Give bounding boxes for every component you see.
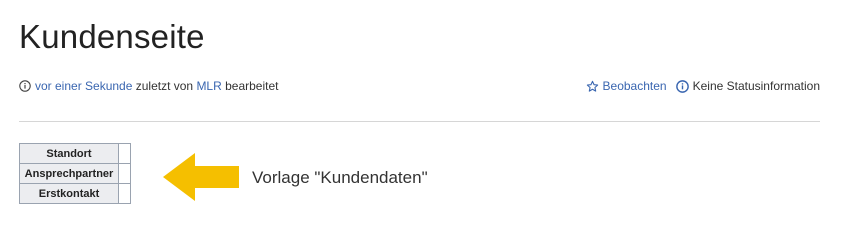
row-value-standort: [118, 143, 131, 164]
table-row: Standort: [19, 143, 131, 164]
row-label-ansprechpartner: Ansprechpartner: [19, 163, 119, 184]
table-row: Ansprechpartner: [19, 163, 131, 184]
row-value-ansprechpartner: [118, 163, 131, 184]
header-divider: [19, 121, 820, 122]
status-label: Keine Statusinformation: [692, 79, 820, 93]
row-value-erstkontakt: [118, 183, 131, 204]
status-info-icon: [675, 79, 689, 93]
edited-suffix: bearbeitet: [221, 79, 279, 93]
page-meta: vor einer Sekunde zuletzt von MLR bearbe…: [19, 79, 279, 93]
template-annotation-label: Vorlage "Kundendaten": [252, 168, 428, 187]
arrow-left-icon: [163, 153, 239, 201]
star-outline-icon: [586, 80, 598, 92]
table-row: Erstkontakt: [19, 183, 131, 204]
row-label-standort: Standort: [19, 143, 119, 164]
edited-by-prefix: zuletzt von: [132, 79, 197, 93]
page-title: Kundenseite: [19, 18, 205, 55]
kundendaten-template-table: Standort Ansprechpartner Erstkontakt: [19, 143, 131, 204]
row-label-erstkontakt: Erstkontakt: [19, 183, 119, 204]
status-indicator[interactable]: Keine Statusinformation: [675, 79, 820, 93]
last-edit-time-link[interactable]: vor einer Sekunde: [35, 79, 132, 93]
info-circle-icon: [19, 80, 31, 92]
page-actions: Beobachten Keine Statusinformation: [586, 79, 820, 93]
watch-button[interactable]: Beobachten: [586, 79, 667, 93]
watch-label: Beobachten: [602, 79, 667, 93]
editor-user-link[interactable]: MLR: [196, 79, 221, 93]
